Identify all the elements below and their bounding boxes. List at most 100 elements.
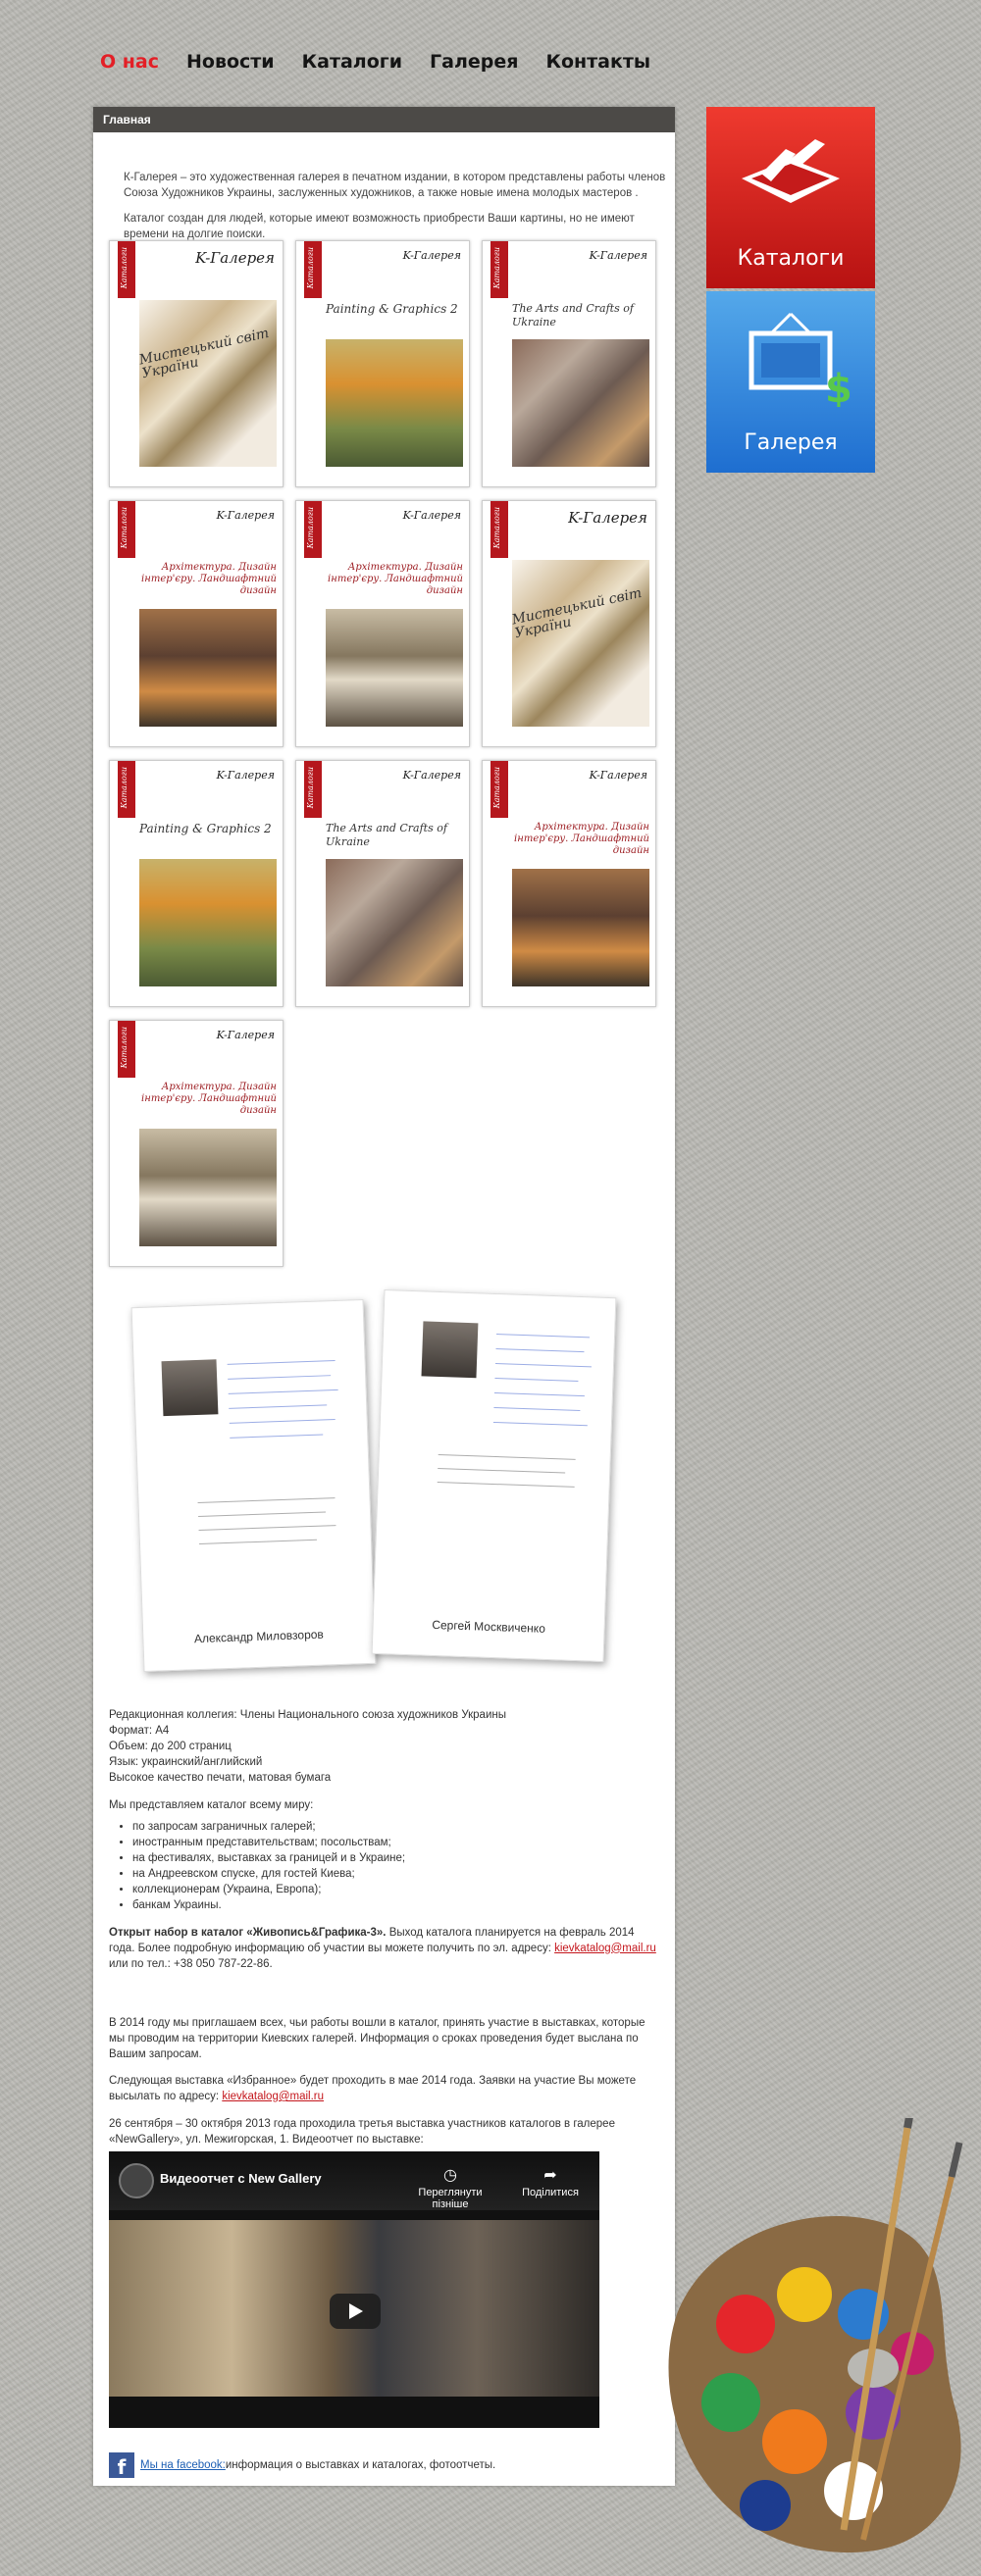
letter-author-left: Александр Миловзоров	[193, 1627, 325, 1646]
video-player[interactable]: Видеоотчет с New Gallery ◷ Переглянути пі…	[109, 2151, 599, 2428]
present-intro: Мы представляем каталог всему миру:	[109, 1799, 314, 1811]
catalogs-tile-label: Каталоги	[737, 246, 845, 271]
catalog-brand: K-Галерея	[568, 509, 647, 527]
format: Формат: А4	[109, 1725, 170, 1737]
catalog-title: Painting & Graphics 2	[326, 302, 458, 316]
letter-right[interactable]: Сергей Москвиченко	[371, 1288, 617, 1663]
avatar	[161, 1359, 219, 1417]
letter-left[interactable]: Александр Миловзоров	[130, 1298, 377, 1673]
share-icon: ➦	[543, 2167, 557, 2184]
catalog-title: Painting & Graphics 2	[139, 822, 272, 835]
catalog-artwork	[326, 609, 463, 727]
frame-image	[512, 560, 649, 727]
facebook-link[interactable]: Мы на facebook:	[140, 2459, 226, 2471]
clock-icon: ◷	[443, 2167, 457, 2184]
catalog-title: Архітектура. Дизайн інтер'єру. Ландшафтн…	[328, 562, 463, 596]
catalog-artwork	[326, 859, 463, 986]
catalog-tab: Каталоги	[118, 241, 135, 298]
svg-text:$: $	[825, 367, 850, 407]
catalog-artwork	[326, 339, 463, 467]
catalog-cover-arch[interactable]: Каталоги K-Галерея Архітектура. Дизайн і…	[109, 500, 284, 747]
email-link[interactable]: kievkatalog@mail.ru	[554, 1943, 656, 1954]
main-nav: О нас Новости Каталоги Галерея Контакты	[100, 51, 650, 73]
catalog-artwork	[139, 1129, 277, 1246]
list-item: банкам Украины.	[132, 1897, 660, 1913]
catalog-title: The Arts and Crafts of Ukraine	[512, 302, 634, 328]
catalog-brand: K-Галерея	[402, 509, 461, 522]
catalog-tab: Каталоги	[304, 241, 322, 298]
testimonial-letters: Александр Миловзоров Сергей Москвиченко	[130, 1284, 623, 1673]
volume: Объем: до 200 страниц	[109, 1741, 232, 1752]
open-call: Открыт набор в каталог «Живопись&Графика…	[109, 1926, 656, 1970]
paint-palette-decoration	[668, 2118, 963, 2553]
catalog-brand: K-Галерея	[216, 1029, 275, 1041]
next-show: Следующая выставка «Избранное» будет про…	[109, 2075, 637, 2102]
intro-paragraph-1: К-Галерея – это художественная галерея в…	[124, 171, 666, 199]
invite-paragraph: В 2014 году мы приглашаем всех, чьи рабо…	[109, 2016, 645, 2060]
email-link[interactable]: kievkatalog@mail.ru	[222, 2091, 324, 2102]
list-item: на Андреевском спуске, для гостей Киева;	[132, 1866, 660, 1882]
catalog-tab: Каталоги	[118, 1021, 135, 1078]
main-panel: Главная К-Галерея – это художественная г…	[93, 107, 675, 2486]
nav-contacts[interactable]: Контакты	[545, 51, 650, 73]
book-icon	[742, 139, 840, 203]
catalog-brand: K-Галерея	[402, 769, 461, 782]
list-item: коллекционерам (Украина, Европа);	[132, 1882, 660, 1897]
catalog-tab: Каталоги	[118, 501, 135, 558]
facebook-icon[interactable]: f	[109, 2452, 134, 2479]
panel-title: Главная	[93, 107, 675, 132]
catalog-tab: Каталоги	[490, 501, 508, 558]
frame-image	[139, 300, 277, 467]
catalog-artwork	[512, 339, 649, 467]
catalog-cover-painting-2[interactable]: Каталоги K-Галерея Painting & Graphics 2	[109, 760, 284, 1007]
catalog-details: Редакционная коллегия: Члены Национально…	[109, 1707, 660, 2158]
catalog-tab: Каталоги	[490, 241, 508, 298]
list-item: иностранным представительствам; посольст…	[132, 1835, 660, 1850]
video-title[interactable]: Видеоотчет с New Gallery	[160, 2171, 322, 2186]
catalog-brand: K-Галерея	[402, 249, 461, 262]
catalog-tab: Каталоги	[118, 761, 135, 818]
catalog-cover-ukraine-2[interactable]: Каталоги K-Галерея Мистецький світ Украї…	[482, 500, 656, 747]
avatar	[421, 1321, 479, 1379]
catalog-artwork	[139, 609, 277, 727]
catalog-brand: K-Галерея	[589, 249, 647, 262]
catalog-title: The Arts and Crafts of Ukraine	[326, 822, 447, 848]
facebook-text: информация о выставках и каталогах, фото…	[225, 2459, 496, 2471]
catalog-tab: Каталоги	[304, 761, 322, 818]
catalog-brand: K-Галерея	[216, 509, 275, 522]
print-quality: Высокое качество печати, матовая бумага	[109, 1772, 332, 1784]
catalog-title: Архітектура. Дизайн інтер'єру. Ландшафтн…	[141, 562, 277, 596]
intro-paragraph-2: Каталог создан для людей, которые имеют …	[124, 212, 635, 240]
catalog-brand: K-Галерея	[216, 769, 275, 782]
past-show: 26 сентября – 30 октября 2013 года прохо…	[109, 2117, 615, 2146]
nav-gallery[interactable]: Галерея	[430, 51, 518, 73]
catalog-title: Архітектура. Дизайн інтер'єру. Ландшафтн…	[141, 1082, 277, 1116]
frame-dollar-icon: $	[749, 312, 850, 407]
facebook-row: f Мы на facebook: информация о выставках…	[109, 2450, 495, 2480]
nav-about[interactable]: О нас	[100, 51, 159, 73]
watch-later-button[interactable]: ◷ Переглянути пізніше	[401, 2165, 499, 2210]
catalogs-tile[interactable]: Каталоги	[706, 107, 875, 288]
nav-news[interactable]: Новости	[186, 51, 275, 73]
gallery-tile-label: Галерея	[744, 430, 838, 455]
catalog-cover-arch-4[interactable]: Каталоги K-Галерея Архітектура. Дизайн і…	[109, 1020, 284, 1267]
play-button[interactable]	[330, 2294, 381, 2329]
catalog-tab: Каталоги	[304, 501, 322, 558]
catalog-brand: K-Галерея	[195, 249, 275, 267]
channel-avatar	[119, 2163, 154, 2198]
share-button[interactable]: ➦ Поділитися	[516, 2165, 585, 2198]
catalog-cover-crafts-2[interactable]: Каталоги K-Галерея The Arts and Crafts o…	[295, 760, 470, 1007]
list-item: по запросам заграничных галерей;	[132, 1819, 660, 1835]
gallery-tile[interactable]: $ Галерея	[706, 291, 875, 473]
catalog-title: Архітектура. Дизайн інтер'єру. Ландшафтн…	[514, 822, 649, 856]
catalog-grid: Каталоги K-Галерея Мистецький світ Украї…	[109, 240, 664, 1270]
catalog-cover-arch-3[interactable]: Каталоги K-Галерея Архітектура. Дизайн і…	[482, 760, 656, 1007]
catalog-artwork	[139, 859, 277, 986]
present-list: по запросам заграничных галерей; иностра…	[109, 1819, 660, 1913]
catalog-cover-arch-2[interactable]: Каталоги K-Галерея Архітектура. Дизайн і…	[295, 500, 470, 747]
catalog-cover-painting[interactable]: Каталоги K-Галерея Painting & Graphics 2	[295, 240, 470, 487]
nav-catalogs[interactable]: Каталоги	[302, 51, 402, 73]
catalog-cover-ukraine[interactable]: Каталоги K-Галерея Мистецький світ Украї…	[109, 240, 284, 487]
catalog-cover-crafts[interactable]: Каталоги K-Галерея The Arts and Crafts o…	[482, 240, 656, 487]
editorial-board: Редакционная коллегия: Члены Национально…	[109, 1709, 506, 1721]
